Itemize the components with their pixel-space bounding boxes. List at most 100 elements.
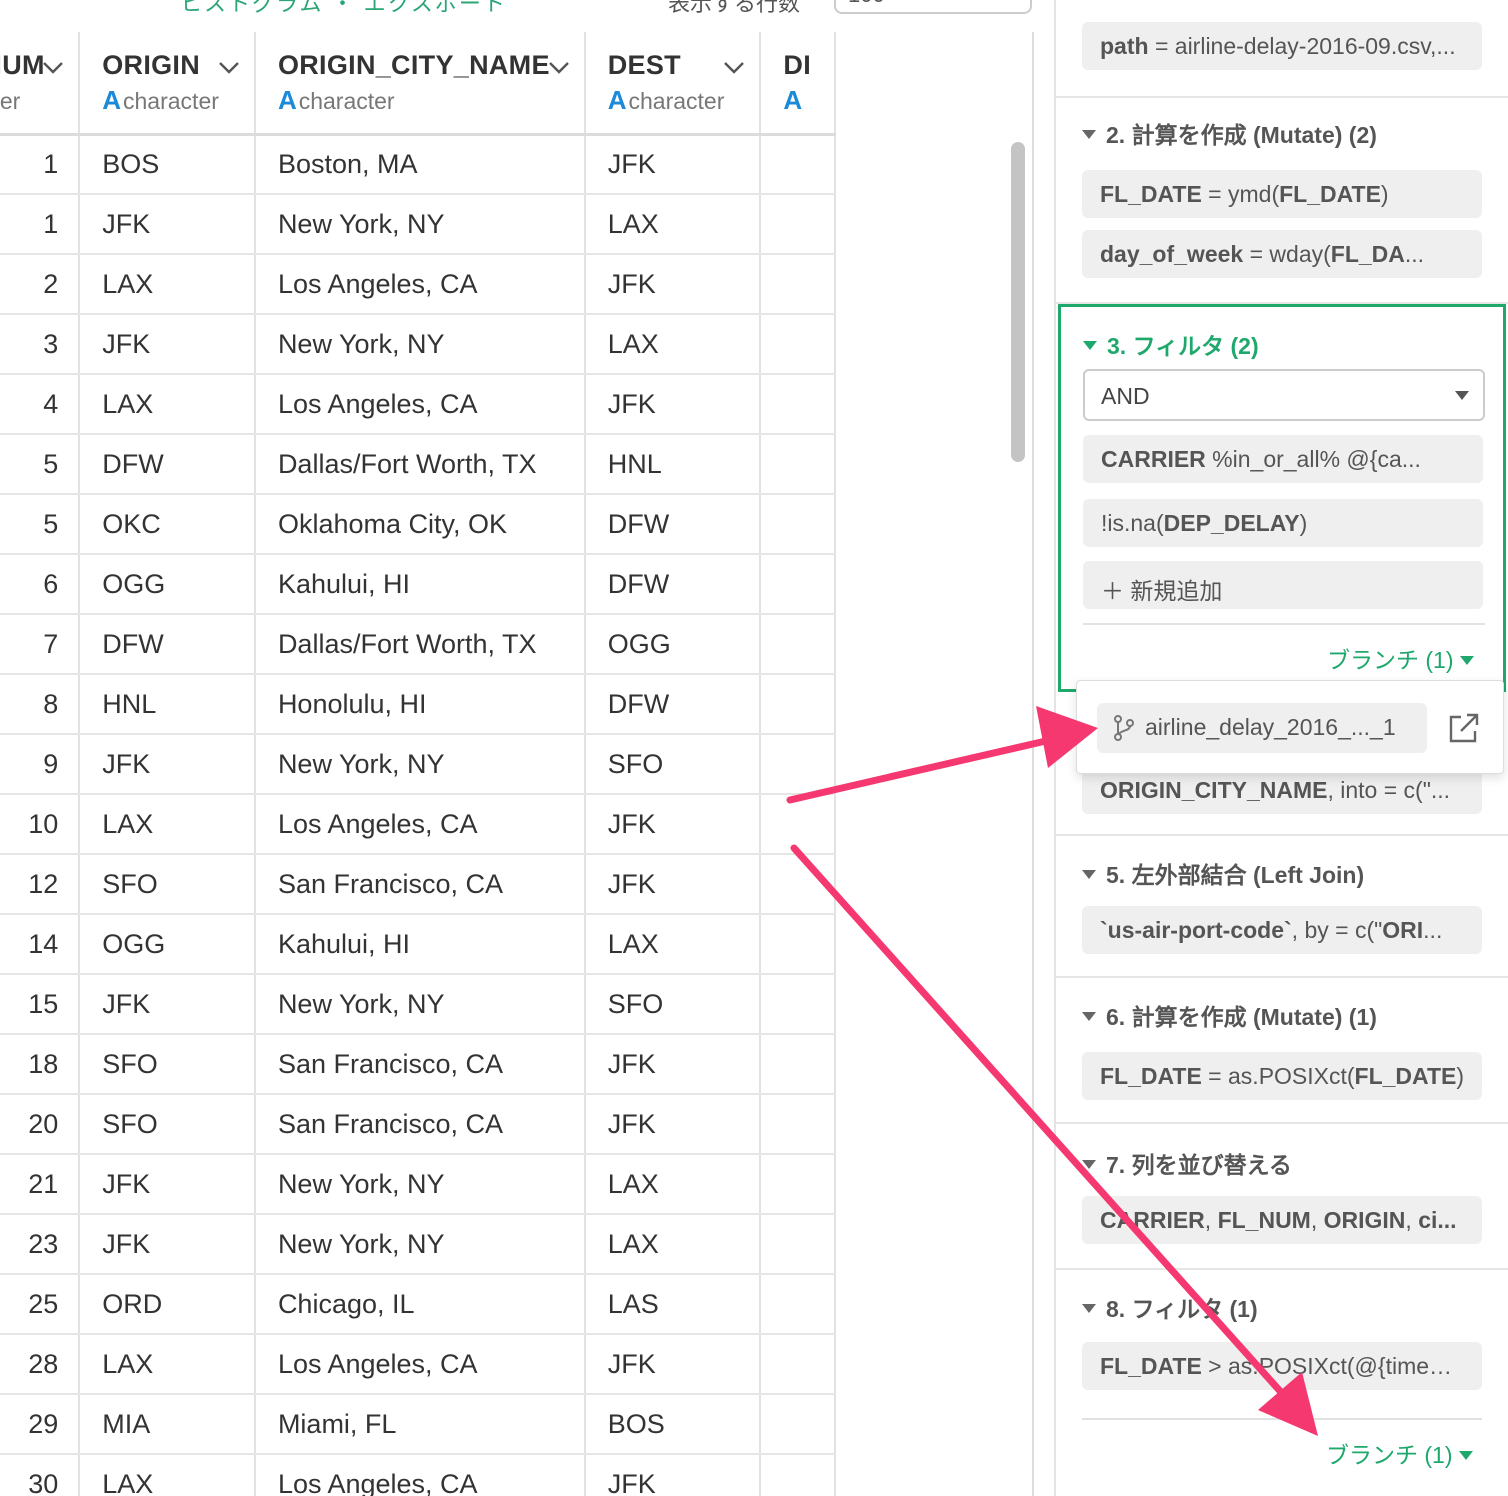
branch-dropdown-link[interactable]: ブランチ (1) (1327, 641, 1474, 675)
caret-down-icon (1455, 391, 1469, 400)
table-row: 2 LAX Los Angeles, CA JFK (0, 254, 836, 315)
step-8-title[interactable]: 8. フィルタ (1) (1082, 1290, 1258, 1324)
table-cell: SFO (79, 1034, 256, 1095)
step-title-text: 2. 計算を作成 (Mutate) (2) (1106, 122, 1377, 148)
table-cell: DFW (79, 614, 256, 675)
table-cell: 8 (0, 674, 81, 735)
step-7-title[interactable]: 7. 列を並び替える (1082, 1146, 1292, 1180)
step-2-title[interactable]: 2. 計算を作成 (Mutate) (2) (1082, 116, 1377, 150)
column-menu-chevron-icon[interactable] (42, 60, 64, 76)
step-title-text: 8. フィルタ (1) (1106, 1296, 1258, 1322)
step-item-key: day_of_week (1100, 241, 1244, 267)
table-cell: BOS (584, 1394, 762, 1455)
table-cell-cropped (760, 374, 836, 435)
table-cell: BOS (79, 134, 256, 195)
table-cell-cropped (760, 1454, 836, 1496)
table-cell: JFK (79, 734, 256, 795)
step-item-key: FL_DATE (1100, 1063, 1202, 1089)
table-row: 25 ORD Chicago, IL LAS (0, 1274, 836, 1335)
table-cell: SFO (584, 974, 762, 1035)
character-type-icon: A (783, 85, 803, 115)
table-cell: Kahului, HI (254, 554, 586, 615)
vertical-scrollbar[interactable] (1008, 138, 1028, 1496)
step-6-title[interactable]: 6. 計算を作成 (Mutate) (1) (1082, 998, 1377, 1032)
table-cell: Los Angeles, CA (254, 254, 586, 315)
table-cell: DFW (79, 434, 256, 495)
step-item-sep: , (1204, 1207, 1218, 1233)
step-item-key: ci... (1418, 1207, 1457, 1233)
table-row: 12 SFO San Francisco, CA JFK (0, 854, 836, 915)
column-header[interactable]: DI A (760, 32, 836, 136)
table-cell: 5 (0, 434, 81, 495)
step-2-item-1[interactable]: FL_DATE = ymd(FL_DATE) (1082, 170, 1482, 218)
table-row: 4 LAX Los Angeles, CA JFK (0, 374, 836, 435)
table-cell: 9 (0, 734, 81, 795)
step-item-text: = airline-delay-2016-09.csv,... (1148, 33, 1456, 59)
table-cell: Chicago, IL (254, 1274, 586, 1335)
table-cell-cropped (760, 254, 836, 315)
table-cell-cropped (760, 134, 836, 195)
data-table-viewport: FL_NUM#integerORIGINAcharacterORIGIN_CIT… (0, 32, 1034, 1496)
toolbar-links[interactable]: ヒストグラム ・ エクスポート (180, 0, 507, 18)
step-item-key: ORIGIN_CITY_NAME (1100, 777, 1328, 803)
step-7-item[interactable]: CARRIER, FL_NUM, ORIGIN, ci... (1082, 1196, 1482, 1244)
column-type-label: character (628, 88, 725, 114)
table-cell: 1 (0, 134, 81, 195)
branch-icon (1114, 715, 1134, 741)
column-menu-chevron-icon[interactable] (218, 60, 240, 76)
add-filter-button[interactable]: ＋ 新規追加 (1083, 561, 1483, 609)
step-5-title[interactable]: 5. 左外部結合 (Left Join) (1082, 856, 1364, 890)
table-cell: 25 (0, 1274, 81, 1335)
table-cell-cropped (760, 434, 836, 495)
step-item-text: %in_or_all% @{ca... (1205, 446, 1421, 472)
table-cell-cropped (760, 974, 836, 1035)
table-cell: New York, NY (254, 974, 586, 1035)
table-cell-cropped (760, 1154, 836, 1215)
step-item-key: FL_DA (1330, 241, 1405, 267)
step-3-item-2[interactable]: !is.na(DEP_DELAY) (1083, 499, 1483, 547)
column-menu-chevron-icon[interactable] (723, 60, 745, 76)
step-8-item[interactable]: FL_DATE > as.POSIXct(@{time_a... (1082, 1342, 1482, 1390)
step-6-section: 6. 計算を作成 (Mutate) (1) FL_DATE = as.POSIX… (1056, 978, 1508, 1124)
column-header[interactable]: ORIGIN Acharacter (79, 32, 256, 136)
table-cell: JFK (584, 1334, 762, 1395)
branch-item[interactable]: airline_delay_2016_..._1 (1097, 703, 1427, 753)
step-3-title[interactable]: 3. フィルタ (2) (1083, 327, 1259, 361)
branch-dropdown-link-bottom[interactable]: ブランチ (1) (1326, 1436, 1473, 1470)
step-1-section: path = airline-delay-2016-09.csv,... (1056, 0, 1508, 98)
table-row: 5 OKC Oklahoma City, OK DFW (0, 494, 836, 555)
table-cell: New York, NY (254, 314, 586, 375)
table-row: 15 JFK New York, NY SFO (0, 974, 836, 1035)
scrollbar-thumb[interactable] (1011, 142, 1025, 462)
table-cell: LAX (79, 374, 256, 435)
table-cell: JFK (584, 1454, 762, 1496)
column-header[interactable]: FL_NUM#integer (0, 32, 81, 136)
table-cell: San Francisco, CA (254, 1034, 586, 1095)
step-item-text: ... (1423, 917, 1443, 943)
open-external-icon[interactable] (1447, 711, 1481, 745)
step-3-item-1[interactable]: CARRIER %in_or_all% @{ca... (1083, 435, 1483, 483)
rows-per-page-select[interactable]: 100 ▼ (834, 0, 1032, 14)
table-row: 14 OGG Kahului, HI LAX (0, 914, 836, 975)
column-header[interactable]: ORIGIN_CITY_NAME Acharacter (254, 32, 586, 136)
step-3-section[interactable]: 3. フィルタ (2) AND CARRIER %in_or_all% @{ca… (1058, 304, 1506, 692)
table-cell: LAX (584, 914, 762, 975)
filter-logic-select[interactable]: AND (1083, 369, 1485, 421)
table-cell: OGG (79, 554, 256, 615)
table-cell: San Francisco, CA (254, 854, 586, 915)
caret-down-icon (1082, 1012, 1096, 1021)
step-item-key: FL_DATE (1100, 1353, 1202, 1379)
table-cell: 28 (0, 1334, 81, 1395)
table-cell: Miami, FL (254, 1394, 586, 1455)
column-header[interactable]: DEST Acharacter (584, 32, 762, 136)
column-menu-chevron-icon[interactable] (548, 60, 570, 76)
step-item-text: , by = c(" (1291, 917, 1383, 943)
step-1-item[interactable]: path = airline-delay-2016-09.csv,... (1082, 22, 1482, 70)
step-item-text: = ymd( (1201, 181, 1280, 207)
step-item-key: ORIGIN (1323, 1207, 1406, 1233)
step-2-item-2[interactable]: day_of_week = wday(FL_DA... (1082, 230, 1482, 278)
table-cell: Honolulu, HI (254, 674, 586, 735)
step-item-text: ) (1380, 181, 1389, 207)
step-5-item[interactable]: `us-air-port-code`, by = c("ORI... (1082, 906, 1482, 954)
step-6-item[interactable]: FL_DATE = as.POSIXct(FL_DATE) (1082, 1052, 1482, 1100)
